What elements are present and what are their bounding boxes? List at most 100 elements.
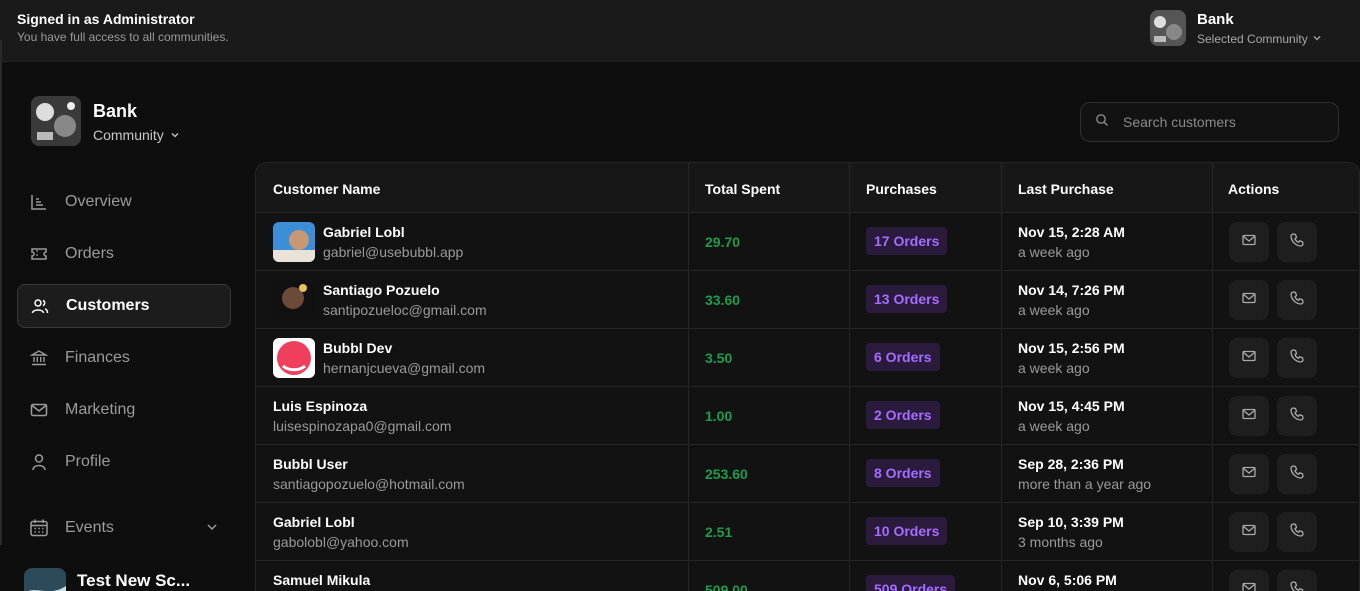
orders-badge[interactable]: 509 Orders <box>866 575 956 591</box>
email-button[interactable] <box>1229 570 1269 591</box>
total-spent: 29.70 <box>705 234 741 250</box>
sidebar-item-marketing[interactable]: Marketing <box>17 388 231 432</box>
customers-table: Customer Name Total Spent Purchases Last… <box>255 162 1360 591</box>
email-button[interactable] <box>1229 222 1269 262</box>
customer-email: hernanjcueva@gmail.com <box>323 360 486 376</box>
total-spent: 509.00 <box>705 582 748 591</box>
mail-icon <box>1241 232 1257 253</box>
last-purchase-date: Nov 15, 2:56 PM <box>1018 340 1125 356</box>
header-total-spent[interactable]: Total Spent <box>705 181 780 197</box>
sidebar-item-label: Marketing <box>65 401 136 418</box>
mail-icon <box>1241 464 1257 485</box>
sidebar-item-events[interactable]: Events <box>17 506 231 550</box>
customer-avatar <box>273 338 315 378</box>
email-button[interactable] <box>1229 280 1269 320</box>
last-purchase-date: Sep 28, 2:36 PM <box>1018 456 1124 472</box>
calendar-icon <box>29 518 49 538</box>
table-header: Customer Name Total Spent Purchases Last… <box>256 163 1359 213</box>
top-bar: Signed in as Administrator You have full… <box>0 0 1360 62</box>
bank-icon <box>29 348 49 368</box>
customer-email: gabriel@usebubbl.app <box>323 244 464 260</box>
mail-icon <box>1241 348 1257 369</box>
last-purchase-date: Nov 6, 5:06 PM <box>1018 572 1117 588</box>
mail-icon <box>1241 406 1257 427</box>
brand-name: Bank <box>93 101 138 121</box>
orders-badge[interactable]: 17 Orders <box>866 227 948 255</box>
phone-icon <box>1289 406 1305 427</box>
call-button[interactable] <box>1277 338 1317 378</box>
customer-name: Bubbl User <box>273 456 348 472</box>
community-avatar[interactable] <box>1150 10 1186 46</box>
header-last-purchase[interactable]: Last Purchase <box>1018 181 1114 197</box>
sidebar-item-customers[interactable]: Customers <box>17 284 231 328</box>
table-row[interactable]: Gabriel Lobl gabriel@usebubbl.app 29.70 … <box>256 213 1359 271</box>
header-actions: Actions <box>1228 181 1280 197</box>
customer-email: gabolobl@yahoo.com <box>273 534 409 550</box>
phone-icon <box>1289 290 1305 311</box>
last-purchase-date: Sep 10, 3:39 PM <box>1018 514 1124 530</box>
orders-badge[interactable]: 8 Orders <box>866 459 940 487</box>
total-spent: 1.00 <box>705 408 733 424</box>
community-name[interactable]: Bank <box>1197 11 1234 28</box>
sidebar-item-finances[interactable]: Finances <box>17 336 231 380</box>
sidebar-item-overview[interactable]: Overview <box>17 180 231 224</box>
mail-icon <box>29 400 49 420</box>
mail-icon <box>1241 290 1257 311</box>
chevron-down-icon <box>170 127 180 143</box>
customer-name: Gabriel Lobl <box>273 514 355 530</box>
signed-in-label: Signed in as Administrator <box>17 11 195 27</box>
customer-avatar <box>273 280 315 320</box>
email-button[interactable] <box>1229 454 1269 494</box>
orders-badge[interactable]: 13 Orders <box>866 285 948 313</box>
orders-badge[interactable]: 6 Orders <box>866 343 940 371</box>
last-purchase-relative: more than a year ago <box>1018 476 1152 492</box>
call-button[interactable] <box>1277 454 1317 494</box>
brand-avatar <box>31 96 81 146</box>
call-button[interactable] <box>1277 570 1317 591</box>
table-row[interactable]: Samuel Mikula 509.00 509 Orders Nov 6, 5… <box>256 561 1359 591</box>
search-icon <box>1095 113 1109 132</box>
sidebar-item-label: Events <box>65 519 114 536</box>
total-spent: 33.60 <box>705 292 741 308</box>
sidebar-item-label: Orders <box>65 245 114 262</box>
sidebar-item-label: Finances <box>65 349 130 366</box>
phone-icon <box>1289 464 1305 485</box>
phone-icon <box>1289 522 1305 543</box>
customer-name: Gabriel Lobl <box>323 224 405 240</box>
search-input[interactable]: Search customers <box>1080 102 1339 142</box>
mail-icon <box>1241 522 1257 543</box>
call-button[interactable] <box>1277 280 1317 320</box>
sidebar-item-profile[interactable]: Profile <box>17 440 231 484</box>
orders-badge[interactable]: 2 Orders <box>866 401 940 429</box>
call-button[interactable] <box>1277 222 1317 262</box>
customer-name: Luis Espinoza <box>273 398 368 414</box>
event-name[interactable]: Test New Sc... <box>77 571 190 591</box>
last-purchase-date: Nov 15, 4:45 PM <box>1018 398 1125 414</box>
community-dropdown[interactable]: Community <box>93 127 180 143</box>
email-button[interactable] <box>1229 512 1269 552</box>
brand-sub-label: Community <box>93 127 164 143</box>
sidebar-item-label: Customers <box>66 297 150 314</box>
table-row[interactable]: Bubbl User santiagopozuelo@hotmail.com 2… <box>256 445 1359 503</box>
table-row[interactable]: Santiago Pozuelo santipozueloc@gmail.com… <box>256 271 1359 329</box>
orders-badge[interactable]: 10 Orders <box>866 517 948 545</box>
customer-email: luisespinozapa0@gmail.com <box>273 418 452 434</box>
header-purchases[interactable]: Purchases <box>866 181 937 197</box>
email-button[interactable] <box>1229 396 1269 436</box>
last-purchase-relative: a week ago <box>1018 360 1090 376</box>
sidebar-item-orders[interactable]: Orders <box>17 232 231 276</box>
call-button[interactable] <box>1277 396 1317 436</box>
last-purchase-relative: a week ago <box>1018 302 1090 318</box>
email-button[interactable] <box>1229 338 1269 378</box>
table-row[interactable]: Bubbl Dev hernanjcueva@gmail.com 3.50 6 … <box>256 329 1359 387</box>
event-avatar[interactable] <box>24 568 66 591</box>
user-icon <box>29 452 49 472</box>
table-row[interactable]: Gabriel Lobl gabolobl@yahoo.com 2.51 10 … <box>256 503 1359 561</box>
call-button[interactable] <box>1277 512 1317 552</box>
access-note: You have full access to all communities. <box>17 30 229 44</box>
header-customer-name[interactable]: Customer Name <box>273 181 380 197</box>
community-selector[interactable]: Selected Community <box>1197 32 1322 46</box>
customer-avatar <box>273 222 315 262</box>
last-purchase-date: Nov 14, 7:26 PM <box>1018 282 1125 298</box>
table-row[interactable]: Luis Espinoza luisespinozapa0@gmail.com … <box>256 387 1359 445</box>
